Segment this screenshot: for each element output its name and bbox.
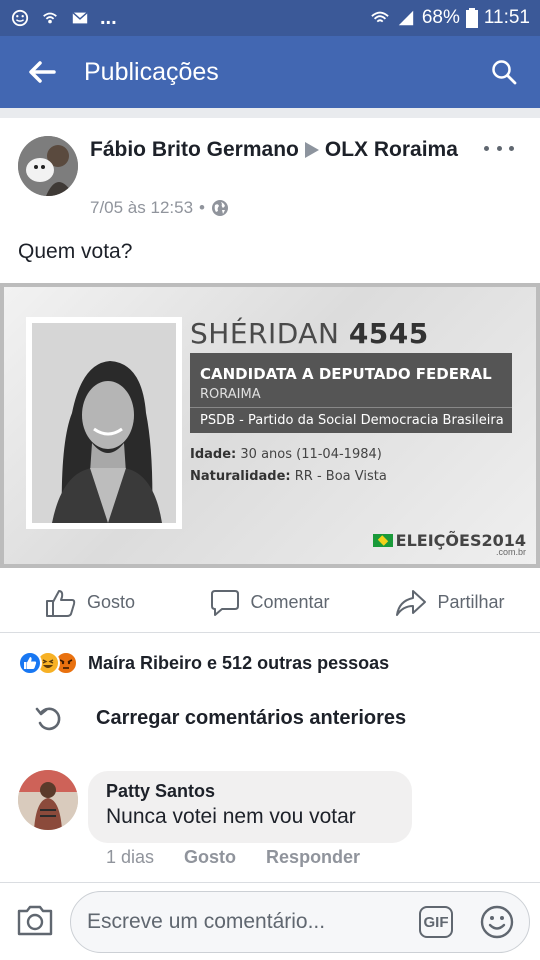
comment-bubble-icon bbox=[211, 589, 240, 616]
candidate-birthplace-line: Naturalidade: RR - Boa Vista bbox=[190, 469, 387, 484]
candidate-portrait bbox=[32, 323, 176, 523]
eleicoes-logo: ELEIÇÕES2014 .com.br bbox=[372, 531, 526, 557]
refresh-icon bbox=[35, 707, 61, 731]
wifi-calling-icon bbox=[43, 12, 57, 24]
candidate-age-line: Idade: 30 anos (11-04-1984) bbox=[190, 447, 382, 462]
post-card: Fábio Brito Germano OLX Roraima 7/05 às 1… bbox=[0, 118, 540, 960]
comment-meta: 1 dias Gosto Responder bbox=[106, 847, 360, 868]
comment-reply-button[interactable]: Responder bbox=[266, 847, 360, 868]
post-timestamp[interactable]: 7/05 às 12:53 bbox=[90, 198, 193, 218]
dot-icon bbox=[496, 145, 502, 151]
candidate-office: CANDIDATA A DEPUTADO FEDERAL bbox=[200, 365, 492, 383]
search-button[interactable] bbox=[474, 36, 534, 108]
brazil-flag-icon bbox=[372, 534, 393, 547]
search-icon bbox=[492, 60, 517, 85]
share-button[interactable]: Partilhar bbox=[360, 573, 540, 632]
sticker-button[interactable] bbox=[479, 904, 515, 940]
gif-button[interactable]: GIF bbox=[419, 906, 453, 938]
camera-button[interactable] bbox=[16, 903, 54, 937]
status-right: 68% 11:51 bbox=[370, 7, 530, 29]
battery-percent: 68% bbox=[421, 7, 460, 28]
page-title: Publicações bbox=[84, 57, 219, 86]
smiley-icon bbox=[480, 905, 514, 939]
comment-bubble[interactable]: Patty Santos Nunca votei nem vou votar bbox=[88, 771, 412, 843]
candidate-photo-frame bbox=[26, 317, 182, 529]
messenger-face-icon bbox=[11, 9, 29, 27]
meta-separator: • bbox=[199, 198, 205, 217]
arrow-left-icon bbox=[29, 61, 56, 83]
candidate-office-box: CANDIDATA A DEPUTADO FEDERAL RORAIMA PSD… bbox=[190, 353, 512, 433]
back-button[interactable] bbox=[14, 36, 70, 108]
dot-icon bbox=[509, 145, 514, 151]
comment-like-button[interactable]: Gosto bbox=[184, 847, 236, 868]
candidate-photo bbox=[32, 323, 176, 523]
post-text: Quem vota? bbox=[18, 240, 133, 263]
logo-domain: .com.br bbox=[495, 547, 526, 557]
post-actions: Gosto Comentar Partilhar bbox=[0, 573, 540, 633]
dot-icon bbox=[484, 145, 489, 151]
like-button[interactable]: Gosto bbox=[0, 573, 180, 632]
comment-text: Nunca votei nem vou votar bbox=[106, 805, 356, 828]
post-image[interactable]: SHÉRIDAN 4545 CANDIDATA A DEPUTADO FEDER… bbox=[0, 283, 540, 568]
camera-icon bbox=[17, 905, 53, 936]
candidate-party: PSDB - Partido da Social Democracia Bras… bbox=[200, 413, 504, 428]
candidate-card: SHÉRIDAN 4545 CANDIDATA A DEPUTADO FEDER… bbox=[4, 287, 536, 564]
mail-icon bbox=[72, 12, 88, 24]
post-header-title: Fábio Brito Germano OLX Roraima bbox=[90, 136, 470, 164]
reactions-text: Maíra Ribeiro e 512 outras pessoas bbox=[88, 652, 390, 673]
app-bar: Publicações bbox=[0, 36, 540, 108]
load-previous-label: Carregar comentários anteriores bbox=[96, 706, 407, 729]
post-meta: 7/05 às 12:53 • bbox=[90, 198, 229, 218]
author-name[interactable]: Fábio Brito Germano bbox=[90, 138, 299, 161]
author-avatar[interactable] bbox=[18, 136, 78, 196]
age-value: 30 anos (11-04-1984) bbox=[240, 447, 382, 462]
share-arrow-icon bbox=[396, 589, 427, 616]
battery-icon bbox=[465, 8, 478, 28]
comment-button[interactable]: Comentar bbox=[180, 573, 360, 632]
like-reaction-icon bbox=[18, 651, 42, 675]
comment-age: 1 dias bbox=[106, 847, 155, 867]
commenter-name[interactable]: Patty Santos bbox=[106, 781, 394, 802]
box-divider bbox=[190, 407, 512, 408]
thumbs-up-icon bbox=[45, 589, 76, 617]
wifi-signal-icon bbox=[371, 11, 389, 23]
status-more-indicator: ... bbox=[100, 6, 117, 29]
candidate-name-line: SHÉRIDAN 4545 bbox=[190, 317, 429, 350]
cell-signal-icon bbox=[398, 10, 414, 26]
group-name[interactable]: OLX Roraima bbox=[325, 138, 458, 161]
posted-to-arrow-icon bbox=[304, 142, 319, 159]
post-options-button[interactable] bbox=[484, 138, 514, 158]
comment-input[interactable]: Escreve um comentário... GIF bbox=[70, 891, 530, 953]
birthplace-value: RR - Boa Vista bbox=[294, 469, 387, 484]
commenter-avatar[interactable] bbox=[18, 770, 78, 830]
commenter-photo bbox=[18, 770, 78, 830]
comment-composer: Escreve um comentário... GIF bbox=[0, 882, 540, 960]
candidate-state: RORAIMA bbox=[200, 387, 261, 402]
avatar-photo bbox=[18, 136, 78, 196]
age-label: Idade: bbox=[190, 447, 237, 462]
status-bar: ... 68% 11:51 bbox=[0, 0, 540, 36]
like-label: Gosto bbox=[86, 592, 136, 612]
candidate-name: SHÉRIDAN bbox=[190, 317, 340, 350]
globe-icon bbox=[211, 200, 228, 216]
share-label: Partilhar bbox=[437, 592, 505, 612]
candidate-number: 4545 bbox=[348, 317, 429, 350]
clock: 11:51 bbox=[483, 7, 530, 28]
birthplace-label: Naturalidade: bbox=[190, 469, 291, 484]
status-left-icons: ... bbox=[10, 7, 117, 30]
load-previous-comments[interactable]: Carregar comentários anteriores bbox=[0, 698, 540, 738]
comment-placeholder: Escreve um comentário... bbox=[87, 910, 326, 933]
comment-label: Comentar bbox=[250, 592, 330, 612]
reactions-summary[interactable]: Maíra Ribeiro e 512 outras pessoas bbox=[18, 648, 389, 678]
